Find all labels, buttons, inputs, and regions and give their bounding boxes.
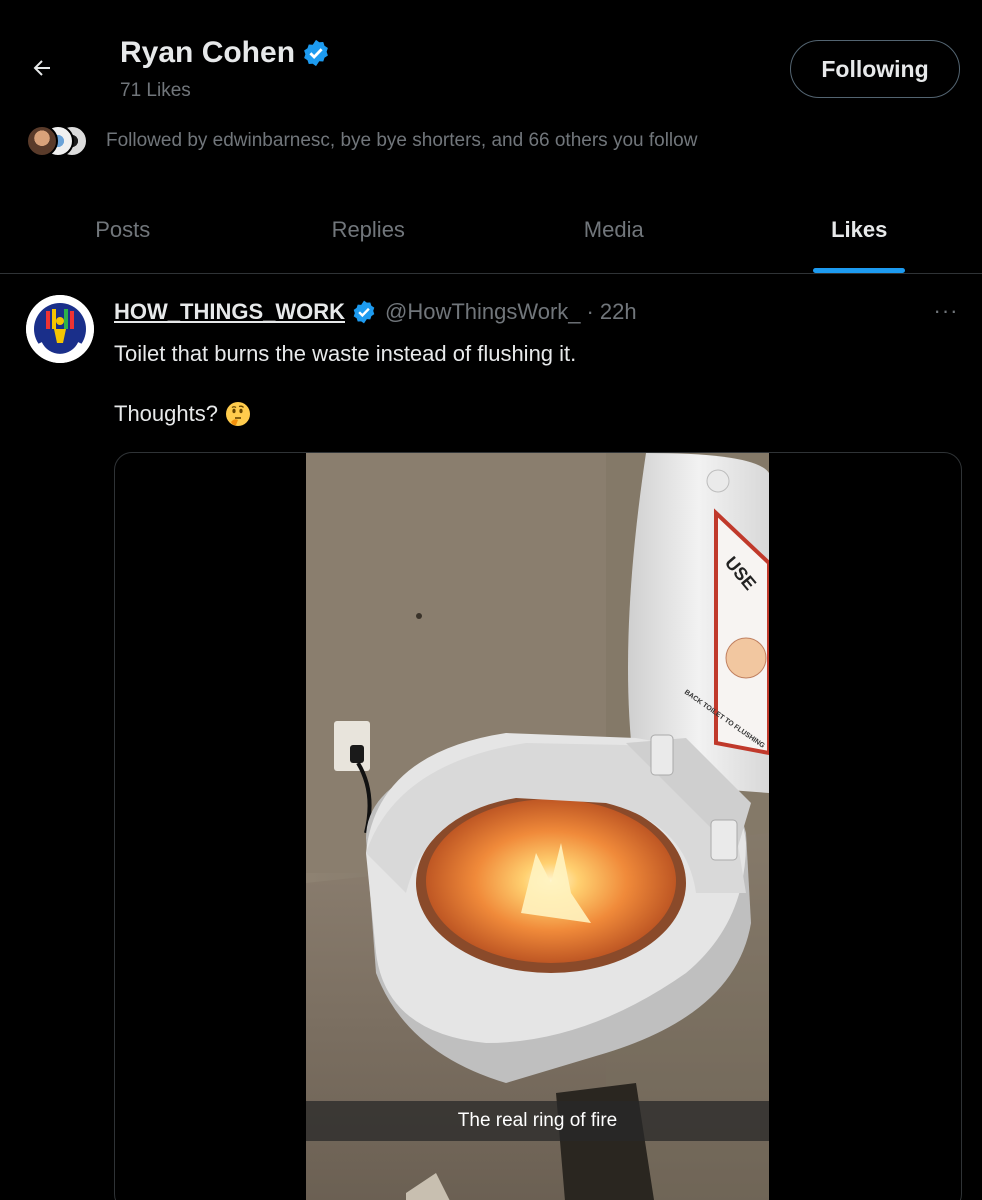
tab-posts[interactable]: Posts — [0, 186, 246, 273]
post-text: Toilet that burns the waste instead of f… — [114, 341, 577, 366]
profile-name: Ryan Cohen — [120, 36, 331, 70]
separator: · — [586, 299, 594, 324]
toilet-fire-video-frame: USE BACK TOILET TO FLUSHING — [306, 453, 769, 1200]
tab-replies[interactable]: Replies — [246, 186, 492, 273]
avatar — [26, 125, 58, 157]
followed-by-text: Followed by edwinbarnesc, bye bye shorte… — [106, 130, 698, 151]
post-media[interactable]: USE BACK TOILET TO FLUSHING The real rin… — [114, 452, 962, 1200]
how-things-work-logo-icon — [26, 295, 94, 363]
back-arrow-icon — [33, 60, 50, 76]
post[interactable]: HOW_THINGS_WORK @HowThingsWork_ · 22h ··… — [0, 275, 982, 1200]
post-text-thoughts: Thoughts? — [114, 401, 218, 426]
back-button[interactable] — [22, 48, 62, 88]
tab-label: Media — [583, 216, 644, 242]
thinking-face-icon — [224, 400, 252, 428]
likes-count: 71 Likes — [120, 80, 191, 101]
tab-media[interactable]: Media — [491, 186, 737, 273]
post-text-second-line: Thoughts? — [114, 397, 252, 431]
follower-avatars — [26, 125, 90, 157]
author-handle[interactable]: @HowThingsWork_ — [385, 299, 581, 325]
tab-likes[interactable]: Likes — [737, 186, 982, 273]
verified-badge-icon — [351, 299, 377, 325]
author-name[interactable]: HOW_THINGS_WORK — [114, 299, 345, 325]
profile-tabs: Posts Replies Media Likes — [0, 186, 982, 274]
author-avatar[interactable] — [26, 295, 94, 363]
following-button[interactable]: Following — [790, 40, 960, 98]
tab-label: Posts — [95, 216, 151, 242]
tab-label: Replies — [331, 216, 405, 242]
active-tab-indicator — [813, 268, 906, 273]
video-player[interactable]: USE BACK TOILET TO FLUSHING The real rin… — [306, 453, 769, 1200]
post-header: HOW_THINGS_WORK @HowThingsWork_ · 22h — [114, 295, 637, 329]
followed-by-row[interactable]: Followed by edwinbarnesc, bye bye shorte… — [26, 124, 966, 158]
profile-name-text: Ryan Cohen — [120, 36, 296, 69]
profile-header: Ryan Cohen 71 Likes Following — [0, 0, 982, 120]
more-options-icon[interactable]: ··· — [926, 298, 966, 323]
video-caption: The real ring of fire — [306, 1101, 769, 1141]
post-timestamp[interactable]: 22h — [600, 299, 637, 325]
verified-badge-icon — [301, 38, 331, 68]
tab-label: Likes — [831, 216, 888, 242]
